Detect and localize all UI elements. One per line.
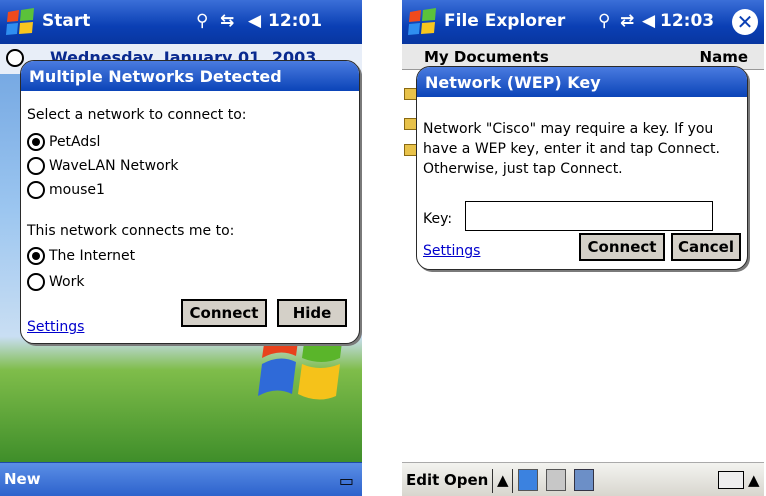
network-label: WaveLAN Network: [49, 158, 179, 174]
windows-flag-icon[interactable]: [406, 6, 440, 38]
destination-label: Work: [49, 274, 85, 290]
scroll-up-icon[interactable]: ▲: [497, 471, 509, 489]
app-title[interactable]: File Explorer: [444, 11, 565, 31]
radio-selected-icon: [27, 133, 45, 151]
file-explorer-screen: My Documents Name File Explorer ⚲ ⇄ ◀ 12…: [402, 0, 764, 496]
network-share-icon[interactable]: [574, 469, 594, 491]
device-icon[interactable]: [546, 469, 566, 491]
menu-bar: Edit Open ▲ ▲: [402, 462, 764, 496]
network-status-icon[interactable]: ▭: [339, 471, 354, 490]
settings-link[interactable]: Settings: [27, 319, 84, 335]
windows-flag-icon[interactable]: [4, 6, 38, 38]
antenna-icon[interactable]: ⚲: [598, 11, 610, 31]
network-option-mouse1[interactable]: mouse1: [27, 181, 105, 199]
sort-dropdown[interactable]: Name: [700, 48, 748, 66]
storage-card-icon[interactable]: [518, 469, 538, 491]
folder-dropdown[interactable]: My Documents: [424, 48, 549, 66]
wep-message: Network "Cisco" may require a key. If yo…: [423, 121, 720, 177]
select-network-prompt: Select a network to connect to:: [27, 107, 247, 123]
new-menu[interactable]: New: [4, 470, 41, 488]
edit-menu[interactable]: Edit: [406, 471, 439, 489]
clock-icon: [6, 49, 24, 67]
key-input[interactable]: [465, 201, 713, 231]
wep-key-dialog: Network (WEP) Key Network "Cisco" may re…: [416, 66, 748, 270]
radio-empty-icon: [27, 157, 45, 175]
antenna-icon[interactable]: ⚲: [196, 11, 208, 31]
key-label: Key:: [423, 211, 453, 227]
network-arrows-icon[interactable]: ⇆: [220, 11, 234, 31]
network-option-petadsl[interactable]: PetAdsl: [27, 133, 100, 151]
cancel-button[interactable]: Cancel: [671, 233, 741, 261]
dialog-title: Multiple Networks Detected: [21, 61, 359, 91]
title-bar: Start ⚲ ⇆ ◀ 12:01: [0, 0, 362, 44]
radio-selected-icon: [27, 247, 45, 265]
open-menu[interactable]: Open: [444, 471, 488, 489]
network-arrows-icon[interactable]: ⇄: [620, 11, 634, 31]
destination-option-work[interactable]: Work: [27, 273, 84, 291]
connects-me-to-prompt: This network connects me to:: [27, 223, 235, 239]
settings-link[interactable]: Settings: [423, 243, 480, 259]
clock-time[interactable]: 12:03: [660, 11, 714, 31]
network-label: PetAdsl: [49, 134, 101, 150]
start-menu-label[interactable]: Start: [42, 11, 90, 31]
separator: [492, 469, 493, 493]
destination-label: The Internet: [49, 248, 136, 264]
speaker-icon[interactable]: ◀: [248, 11, 261, 31]
radio-empty-icon: [27, 181, 45, 199]
connect-button[interactable]: Connect: [181, 299, 267, 327]
radio-empty-icon: [27, 273, 45, 291]
separator: [512, 469, 513, 493]
connect-button[interactable]: Connect: [579, 233, 665, 261]
close-icon[interactable]: ✕: [732, 9, 758, 35]
menu-bar: New ▭: [0, 462, 362, 496]
network-option-wavelan[interactable]: WaveLAN Network: [27, 157, 179, 175]
dialog-title: Network (WEP) Key: [417, 67, 747, 97]
input-panel-arrow-icon[interactable]: ▲: [748, 471, 760, 489]
speaker-icon[interactable]: ◀: [642, 11, 655, 31]
hide-button[interactable]: Hide: [277, 299, 347, 327]
network-label: mouse1: [49, 182, 105, 198]
multiple-networks-dialog: Multiple Networks Detected Select a netw…: [20, 60, 360, 344]
clock-time[interactable]: 12:01: [268, 11, 322, 31]
title-bar: File Explorer ⚲ ⇄ ◀ 12:03 ✕: [402, 0, 764, 44]
today-screen: Wednesday, January 01, 2003 Start ⚲ ⇆ ◀ …: [0, 0, 362, 496]
destination-option-internet[interactable]: The Internet: [27, 247, 135, 265]
keyboard-icon[interactable]: [718, 471, 744, 489]
